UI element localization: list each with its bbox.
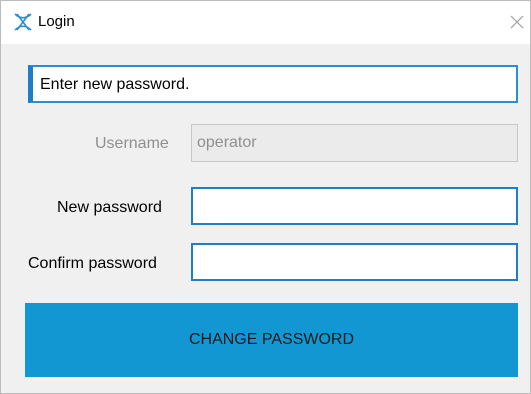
status-message: Enter new password. (40, 76, 190, 93)
new-password-label: New password (57, 199, 162, 216)
window-title: Login (38, 13, 75, 30)
title-bar[interactable]: Login (1, 1, 530, 44)
change-password-button[interactable]: CHANGE PASSWORD (25, 303, 518, 377)
app-logo-icon (14, 13, 32, 31)
username-field (191, 124, 518, 162)
new-password-field[interactable] (191, 187, 518, 225)
username-label: Username (95, 135, 169, 152)
confirm-password-field[interactable] (191, 243, 518, 281)
login-dialog: Login Enter new password. Username New p… (0, 0, 531, 394)
confirm-password-label: Confirm password (28, 255, 157, 272)
dialog-body: Enter new password. Username New passwor… (8, 44, 523, 391)
close-icon[interactable] (509, 14, 525, 30)
status-message-box: Enter new password. (28, 65, 518, 103)
